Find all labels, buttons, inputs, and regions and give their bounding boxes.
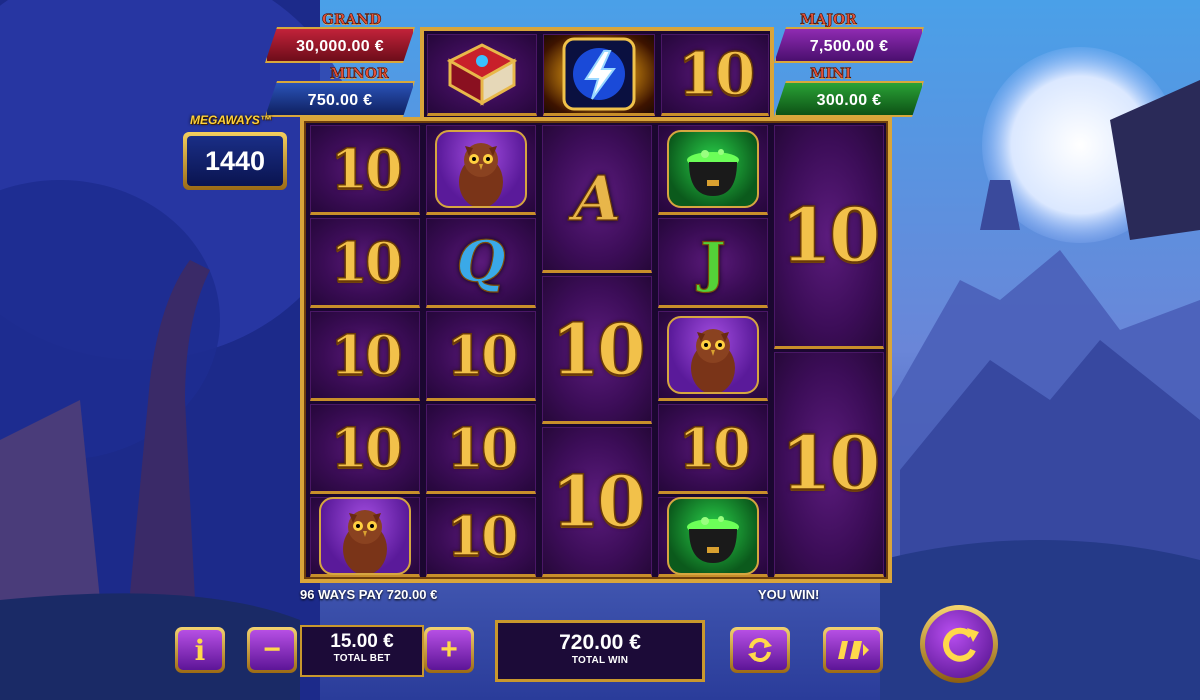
major-title: MAJOR xyxy=(800,12,857,29)
autoplay-icon xyxy=(733,630,787,670)
you-win-text: YOU WIN! xyxy=(758,587,820,602)
reel-cell: 10 xyxy=(774,352,884,577)
megaways-count: 1440 xyxy=(187,136,283,186)
total-win-label: TOTAL WIN xyxy=(571,655,629,666)
reel-cell: 10 xyxy=(310,311,420,401)
autoplay-button[interactable] xyxy=(730,627,790,673)
reel-cell: A xyxy=(542,125,652,273)
reel-cell: 10 xyxy=(426,497,536,577)
info-icon: i xyxy=(178,630,222,670)
grand-title: GRAND xyxy=(322,12,382,29)
symbol-10: 10 xyxy=(330,415,404,481)
reel-cell: 10 xyxy=(310,404,420,494)
owl-icon xyxy=(435,130,527,208)
mini-jackpot: 300.00 € xyxy=(774,81,924,117)
spellbook-icon xyxy=(446,43,518,106)
owl-icon xyxy=(667,316,759,394)
reel-cell: 10 xyxy=(774,125,884,349)
turbo-icon xyxy=(826,630,880,670)
top-reel-cell xyxy=(427,34,537,116)
reel-cell xyxy=(658,497,768,577)
symbol-10: 10 xyxy=(677,39,756,109)
symbol-10: 10 xyxy=(330,229,404,295)
minus-icon: − xyxy=(250,630,294,670)
reel-cell: 10 xyxy=(542,276,652,424)
total-bet-value: 15.00 € xyxy=(330,631,394,652)
grand-jackpot: 30,000.00 € xyxy=(265,27,415,63)
reel-cell xyxy=(310,497,420,577)
lightning-icon xyxy=(562,37,636,111)
win-line-text: 96 WAYS PAY 720.00 € xyxy=(300,587,438,602)
symbol-10: 10 xyxy=(330,136,404,202)
symbol-10: 10 xyxy=(551,459,647,544)
total-win-panel: 720.00 € TOTAL WIN xyxy=(495,620,705,682)
reel-cell: 10 xyxy=(426,311,536,401)
total-win-value: 720.00 € xyxy=(559,631,641,654)
mini-title: MINI xyxy=(810,66,852,83)
plus-icon: + xyxy=(427,630,471,670)
owl-icon xyxy=(319,497,411,575)
symbol-10: 10 xyxy=(780,420,881,508)
turbo-button[interactable] xyxy=(823,627,883,673)
spin-icon xyxy=(925,610,993,678)
symbol-10: 10 xyxy=(551,307,647,392)
increase-bet-button[interactable]: + xyxy=(424,627,474,673)
cauldron-icon xyxy=(667,130,759,208)
symbol-j: J xyxy=(700,229,727,294)
minor-value: 750.00 € xyxy=(307,92,373,109)
grand-value: 30,000.00 € xyxy=(296,38,384,55)
reel-grid: 10 10 10 10 Q 10 10 10 A 10 10 J 10 10 1… xyxy=(300,117,892,583)
total-bet-label: TOTAL BET xyxy=(333,653,391,664)
reel-cell: 10 xyxy=(310,218,420,308)
symbol-10: 10 xyxy=(330,322,404,388)
mini-value: 300.00 € xyxy=(816,92,882,109)
reel-cell xyxy=(658,125,768,215)
spin-button[interactable] xyxy=(920,605,998,683)
symbol-10: 10 xyxy=(446,503,520,569)
megaways-logo: MEGAWAYS™ xyxy=(190,113,272,127)
total-bet-panel: 15.00 € TOTAL BET xyxy=(300,625,424,677)
reel-cell xyxy=(426,125,536,215)
top-reel-cell: 10 xyxy=(661,34,769,116)
top-reel-cell xyxy=(543,34,655,116)
symbol-a: A xyxy=(572,161,622,235)
info-button[interactable]: i xyxy=(175,627,225,673)
megaways-counter: 1440 xyxy=(183,132,287,190)
reel-cell: Q xyxy=(426,218,536,308)
cauldron-icon xyxy=(667,497,759,575)
decrease-bet-button[interactable]: − xyxy=(247,627,297,673)
symbol-q: Q xyxy=(456,228,506,295)
reel-cell: 10 xyxy=(542,427,652,577)
reel-cell xyxy=(658,311,768,401)
reel-cell: 10 xyxy=(426,404,536,494)
major-value: 7,500.00 € xyxy=(809,38,889,55)
reel-cell: 10 xyxy=(658,404,768,494)
top-reel: 10 xyxy=(420,27,774,122)
minor-jackpot: 750.00 € xyxy=(265,81,415,117)
reel-cell: J xyxy=(658,218,768,308)
symbol-10: 10 xyxy=(446,415,520,481)
symbol-10: 10 xyxy=(780,192,881,280)
reel-cell: 10 xyxy=(310,125,420,215)
symbol-10: 10 xyxy=(446,322,520,388)
minor-title: MINOR xyxy=(330,66,389,83)
major-jackpot: 7,500.00 € xyxy=(774,27,924,63)
symbol-10: 10 xyxy=(678,415,752,481)
